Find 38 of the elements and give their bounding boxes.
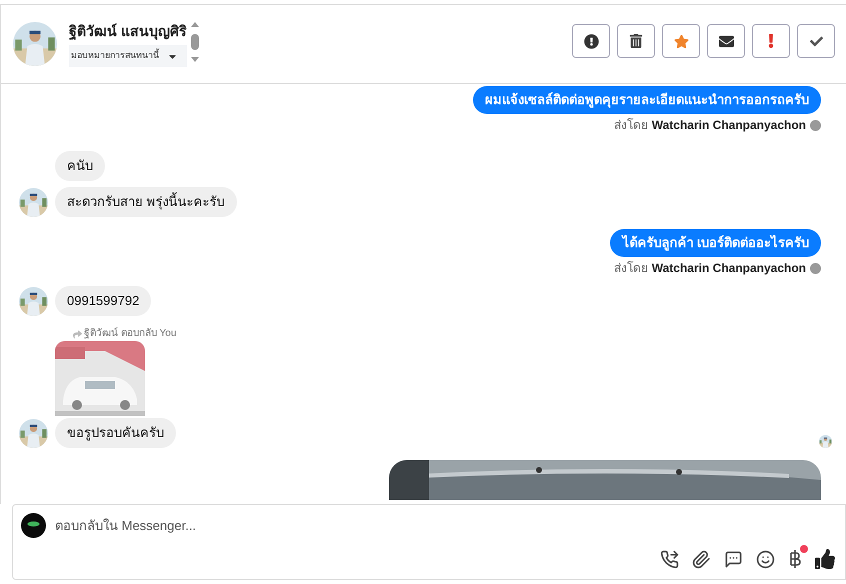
thumbs-up-icon	[815, 549, 835, 569]
done-button[interactable]	[797, 24, 835, 58]
envelope-icon	[718, 34, 734, 48]
alert-button[interactable]	[572, 24, 610, 58]
sent-by-label: ส่งโดย	[614, 261, 648, 276]
reply-label: ฐิติวัฒน์ ตอบกลับ You	[84, 328, 176, 340]
like-button[interactable]	[815, 549, 835, 569]
star-button[interactable]	[662, 24, 700, 58]
sender-name: Watcharin Chanpanyachon	[652, 261, 806, 276]
important-button[interactable]	[752, 24, 790, 58]
received-message: 0991599792	[55, 286, 152, 316]
smiley-icon	[756, 550, 775, 568]
trash-button[interactable]	[617, 24, 655, 58]
received-message: ขอรูปรอบคันครับ	[55, 418, 176, 448]
sent-message: ได้ครับลูกค้า เบอร์ติดต่ออะไรครับ	[610, 229, 821, 257]
phone-icon	[660, 550, 679, 568]
paperclip-icon	[692, 550, 711, 568]
call-button[interactable]	[660, 550, 679, 568]
chat-icon	[724, 550, 743, 568]
scroll-arrows-icon	[190, 20, 200, 64]
assign-dropdown[interactable]: มอบหมายการสนทนานี้	[69, 45, 187, 67]
sent-message: ผมแจ้งเซลล์ติดต่อพูดคุยรายละเอียดแนะนำการออกรถครับ	[473, 86, 821, 114]
received-message: สะดวกรับสาย พรุ่งนี้นะคะรับ	[55, 187, 237, 217]
reply-icon	[73, 330, 82, 338]
alert-icon	[584, 34, 598, 48]
page-avatar-icon	[21, 513, 46, 538]
baht-icon	[788, 549, 802, 569]
sent-by-label: ส่งโดย	[614, 118, 648, 133]
contact-name: ฐิติวัฒน์ แสนบุญศิริ	[69, 22, 187, 42]
mail-button[interactable]	[707, 24, 745, 58]
check-icon	[810, 34, 822, 48]
attach-button[interactable]	[692, 550, 711, 568]
chat-button[interactable]	[724, 550, 743, 568]
received-message: คนับ	[55, 151, 105, 181]
sender-name: Watcharin Chanpanyachon	[652, 118, 806, 133]
emoji-button[interactable]	[756, 550, 775, 568]
star-icon	[674, 34, 688, 48]
trash-icon	[629, 34, 643, 48]
